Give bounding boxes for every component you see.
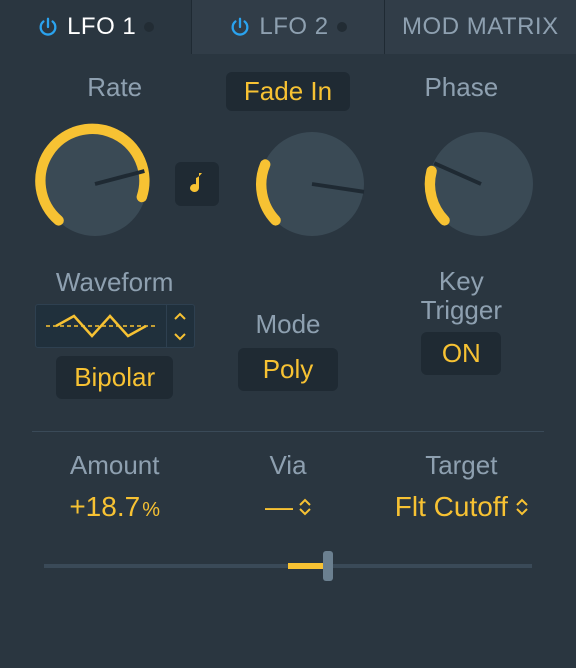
mode-label: Mode xyxy=(255,309,320,340)
activity-dot-icon xyxy=(144,22,154,32)
sync-button[interactable] xyxy=(175,162,219,206)
note-icon xyxy=(185,169,209,199)
via-label: Via xyxy=(269,450,306,481)
waveform-stepper[interactable] xyxy=(166,305,194,347)
phase-knob[interactable] xyxy=(416,119,546,249)
stepper-icon xyxy=(299,498,311,516)
slider-fill xyxy=(288,563,328,569)
stepper-icon xyxy=(516,498,528,516)
power-icon[interactable] xyxy=(229,16,251,38)
rate-label: Rate xyxy=(87,72,142,103)
tab-label: LFO 1 xyxy=(67,13,136,41)
bipolar-button[interactable]: Bipolar xyxy=(56,356,173,399)
activity-dot-icon xyxy=(337,22,347,32)
mode-button[interactable]: Poly xyxy=(238,348,338,391)
tab-label: MOD MATRIX xyxy=(402,13,559,41)
fadein-knob[interactable] xyxy=(247,119,377,249)
amount-slider[interactable] xyxy=(44,551,532,581)
chevron-down-icon[interactable] xyxy=(167,326,194,347)
fadein-label-button[interactable]: Fade In xyxy=(226,72,350,111)
waveform-label: Waveform xyxy=(56,267,174,298)
amount-value[interactable]: +18.7% xyxy=(69,491,160,523)
slider-thumb[interactable] xyxy=(323,551,333,581)
via-select[interactable]: — xyxy=(265,491,311,523)
rate-knob[interactable] xyxy=(30,119,160,249)
waveform-select[interactable] xyxy=(35,304,195,348)
amount-label: Amount xyxy=(70,450,160,481)
waveform-icon xyxy=(36,312,166,340)
divider xyxy=(32,431,544,432)
chevron-up-icon[interactable] xyxy=(167,305,194,326)
keytrigger-label: Key Trigger xyxy=(421,267,502,324)
tab-mod-matrix[interactable]: MOD MATRIX xyxy=(385,0,576,54)
tab-lfo-1[interactable]: LFO 1 xyxy=(0,0,192,54)
target-label: Target xyxy=(425,450,497,481)
tab-lfo-2[interactable]: LFO 2 xyxy=(192,0,384,54)
keytrigger-button[interactable]: ON xyxy=(421,332,501,375)
power-icon[interactable] xyxy=(37,16,59,38)
target-select[interactable]: Flt Cutoff xyxy=(395,491,528,523)
tab-label: LFO 2 xyxy=(259,13,328,41)
phase-label: Phase xyxy=(424,72,498,103)
